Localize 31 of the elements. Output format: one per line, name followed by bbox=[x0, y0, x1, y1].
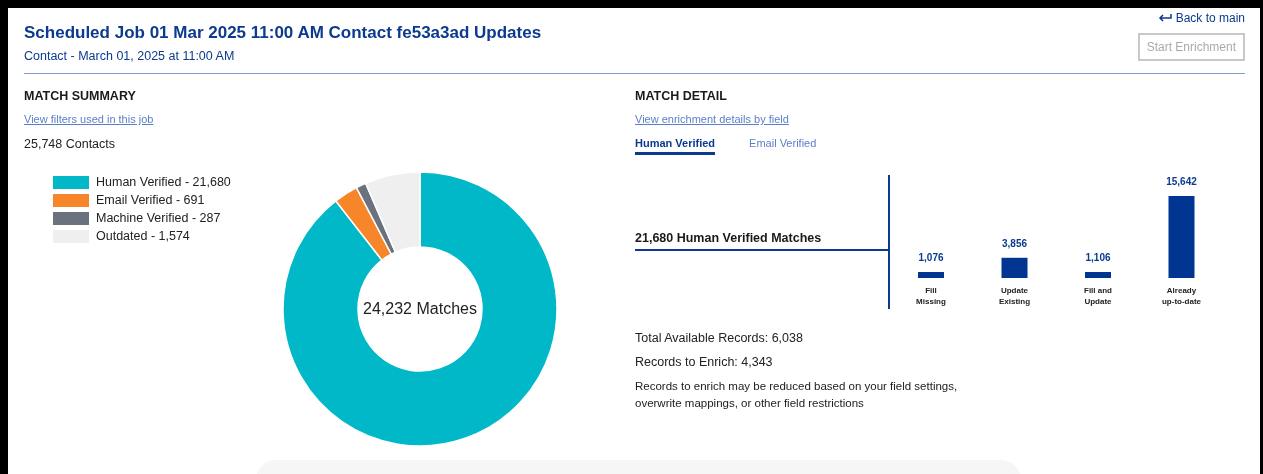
filters-link[interactable]: View filters used in this job bbox=[24, 113, 154, 125]
enrichment-details-link[interactable]: View enrichment details by field bbox=[635, 113, 789, 125]
contacts-count: 25,748 Contacts bbox=[24, 137, 117, 151]
section-heading: MATCH SUMMARY bbox=[24, 89, 137, 103]
page-title: Scheduled Job 01 Mar 2025 11:00 AM Contact fe53a3ad Updates bbox=[24, 23, 542, 43]
section-heading: MATCH DETAIL bbox=[635, 89, 728, 103]
bar-value: 15,642 bbox=[1166, 176, 1197, 187]
tab[interactable]: Email Verified bbox=[749, 137, 817, 155]
return-arrow-icon bbox=[1157, 13, 1172, 23]
bar-value: 1,076 bbox=[918, 252, 944, 263]
records-to-enrich: Records to Enrich: 4,343 bbox=[635, 355, 774, 369]
donut-center-label: 24,232 Matches bbox=[363, 300, 477, 318]
page-subtitle: Contact - March 01, 2025 at 11:00 AM bbox=[24, 49, 236, 63]
bar-value: 3,856 bbox=[1002, 237, 1027, 249]
bar-category-label: Already up-to-date bbox=[1161, 286, 1202, 306]
bar-category-label: Update Existing bbox=[998, 286, 1031, 306]
bar-category-label: Fill Missing bbox=[916, 286, 946, 306]
bar bbox=[918, 272, 944, 278]
total-records: Total Available Records: 6,038 bbox=[635, 331, 804, 345]
legend-label: Human Verified - 21,680 bbox=[96, 175, 231, 189]
legend-label: Outdated - 1,574 bbox=[96, 229, 190, 243]
tab[interactable]: Human Verified bbox=[635, 137, 716, 155]
legend-label: Email Verified - 691 bbox=[96, 193, 205, 207]
bar bbox=[1085, 272, 1111, 278]
back-link[interactable]: Back to main bbox=[1157, 11, 1245, 25]
legend-label: Machine Verified - 287 bbox=[96, 211, 221, 225]
bar-value: 1,106 bbox=[1085, 252, 1111, 263]
bar bbox=[1001, 257, 1028, 278]
enrich-note: Records to enrich may be reduced based on your field settings, overwrite mappings, or other field restrictions bbox=[635, 379, 959, 411]
matches-label: 21,680 Human Verified Matches bbox=[635, 231, 888, 251]
bar-category-label: Fill and Update bbox=[1084, 286, 1112, 306]
